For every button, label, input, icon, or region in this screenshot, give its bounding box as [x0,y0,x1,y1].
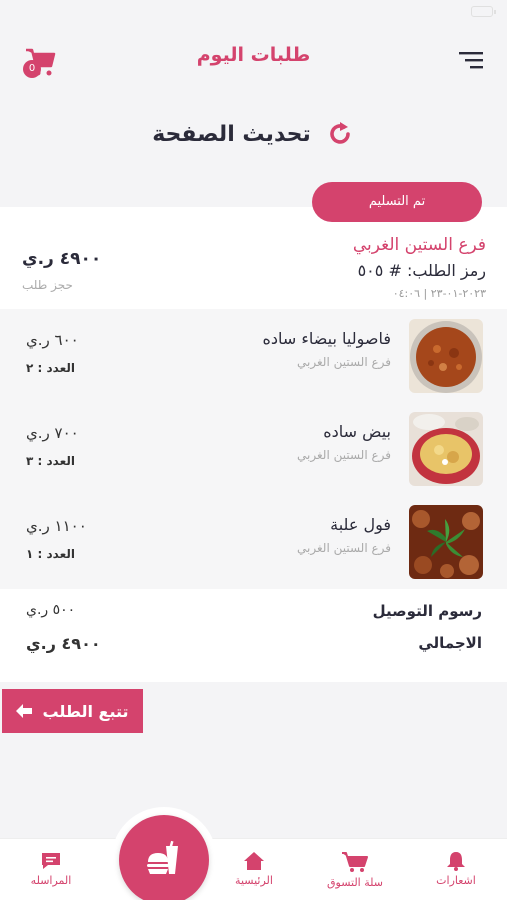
tab-cart-label: سلة التسوق [326,876,383,889]
refresh-icon [329,122,350,144]
list-item: فاصوليا بيضاء ساده فرع الستين الغربي ٦٠٠… [0,309,507,393]
tab-home[interactable]: الرئيسية [214,851,294,887]
list-item: فول علبة فرع الستين الغربي ١١٠٠ ر.ي العد… [0,495,507,579]
orders-fab-button[interactable] [119,815,209,900]
arrow-left-icon [16,704,33,718]
grand-total-value: ٤٩٠٠ ر.ي [26,634,101,653]
order-items-list: فاصوليا بيضاء ساده فرع الستين الغربي ٦٠٠… [0,309,507,589]
tab-home-label: الرئيسية [235,874,273,887]
delivery-fee-value: ٥٠٠ ر.ي [26,602,76,618]
item-price: ٦٠٠ ر.ي [26,331,79,349]
list-item: بيض ساده فرع الستين الغربي ٧٠٠ ر.ي العدد… [0,402,507,486]
refresh-label: تحديث الصفحة [152,121,311,147]
page-title: طلبات اليوم [196,44,311,66]
item-branch: فرع الستين الغربي [297,448,391,462]
fava-beans-dish-image [409,505,483,579]
item-quantity: العدد : ١ [26,547,75,561]
order-code: رمز الطلب: # ٥٠٥ [357,261,486,280]
item-price: ١١٠٠ ر.ي [26,517,87,535]
tab-cart[interactable]: سلة التسوق [315,851,395,889]
order-card: فرع الستين الغربي رمز الطلب: # ٥٠٥ ٢٠٢٣-… [0,207,507,682]
item-quantity: العدد : ٢ [26,361,75,375]
status-bar [0,0,507,22]
item-branch: فرع الستين الغربي [297,541,391,555]
order-type: حجز طلب [22,278,73,292]
refresh-page-button[interactable]: تحديث الصفحة [0,110,507,158]
app-header: 0 طلبات اليوم [0,30,507,90]
home-icon [244,852,264,870]
tab-notifications-label: اشعارات [436,874,476,887]
order-total: ٤٩٠٠ ر.ي [22,249,102,269]
item-price: ٧٠٠ ر.ي [26,424,79,442]
item-name: فول علبة [330,515,391,534]
menu-icon [459,52,483,69]
item-branch: فرع الستين الغربي [297,355,391,369]
bottom-tab-bar: المراسله الرئيسية سلة التسوق اشعارات [0,838,507,900]
battery-icon [471,6,496,17]
item-name: بيض ساده [323,422,391,441]
fast-food-icon [147,840,178,874]
item-quantity: العدد : ٣ [26,454,75,468]
track-order-button[interactable]: تتبع الطلب [2,689,143,733]
order-date: ٢٠٢٣-٠١-٢٣ | ٠٤:٠٦ [392,287,486,300]
beans-dish-image [409,319,483,393]
order-branch: فرع الستين الغربي [352,235,486,255]
cart-icon [342,852,368,872]
bell-icon [447,852,465,871]
order-status-badge: تم التسليم [312,182,482,222]
grand-total-row: الاجمالي ٤٩٠٠ ر.ي [0,634,507,664]
delivery-fee-label: رسوم التوصيل [372,602,482,620]
menu-button[interactable] [459,50,485,70]
item-name: فاصوليا بيضاء ساده [262,329,391,348]
chat-icon [42,853,60,869]
track-order-label: تتبع الطلب [42,701,129,721]
eggs-dish-image [409,412,483,486]
tab-notifications[interactable]: اشعارات [416,851,496,887]
tab-messages-label: المراسله [30,874,72,887]
tab-messages[interactable]: المراسله [11,851,91,887]
grand-total-label: الاجمالي [418,634,482,652]
delivery-fee-row: رسوم التوصيل ٥٠٠ ر.ي [0,602,507,632]
